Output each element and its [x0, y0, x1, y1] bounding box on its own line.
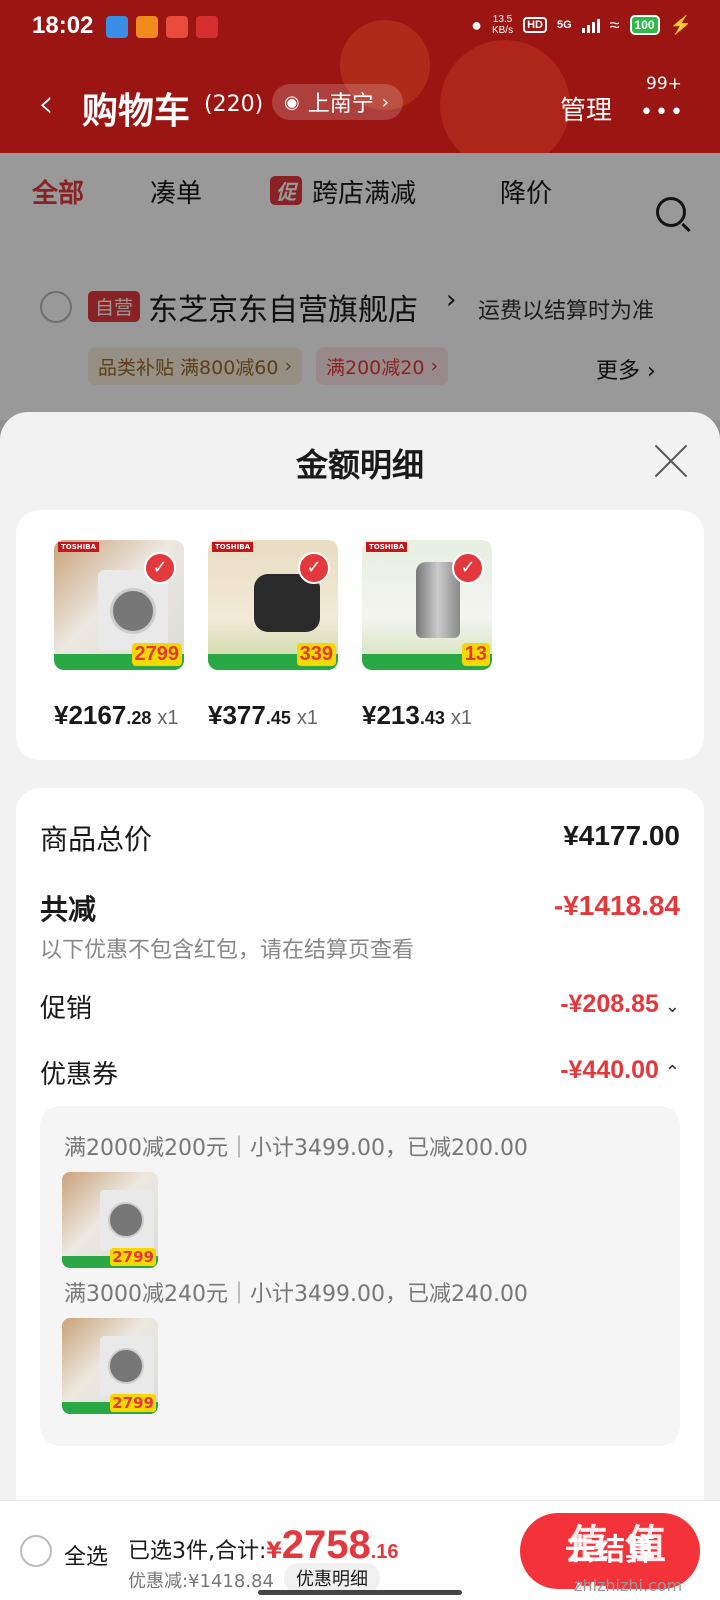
- close-icon[interactable]: [654, 444, 688, 478]
- selected-summary: 已选3件,合计:¥2758.16: [128, 1523, 399, 1568]
- product-thumbnail: TOSHIBA 339 ✓: [208, 540, 338, 670]
- coupon-detail-text: 满3000减240元｜小计3499.00，已减240.00: [64, 1282, 528, 1307]
- hd-icon: HD: [523, 17, 547, 33]
- coupon-detail-box: 满2000减200元｜小计3499.00，已减200.00 2799 满3000…: [40, 1106, 680, 1446]
- sheet-title: 金额明细: [295, 446, 424, 484]
- total-price-label: 商品总价: [40, 823, 153, 856]
- back-arrow-icon[interactable]: ‹: [38, 84, 54, 124]
- net-speed: 13.5 KB/s: [492, 14, 513, 36]
- product-quantity: x1: [296, 707, 318, 729]
- promotion-value: -¥208.85: [560, 990, 659, 1018]
- price-integer: ¥213: [362, 700, 420, 730]
- product-quantity: x1: [450, 707, 472, 729]
- washer-door: [108, 1202, 144, 1238]
- battery-icon: 100: [629, 15, 660, 35]
- location-pin-icon: ●: [471, 14, 482, 35]
- thumb-price-badge: 339: [296, 643, 336, 666]
- app-notification-icon: [166, 16, 188, 38]
- price-detail-sheet: 金额明细 TOSHIBA 2799 ✓ ¥2167.28 x1 TOSHIBA 3: [0, 412, 720, 1600]
- coupon-value: -¥440.00: [560, 1056, 659, 1084]
- select-all-label[interactable]: 全选: [64, 1539, 108, 1571]
- header-bar: 18:02 ● 13.5 KB/s HD 5G ≈ 100 ⚡ ‹ 购物车 (2…: [0, 0, 720, 153]
- net-speed-unit: KB/s: [491, 25, 514, 36]
- location-label: 上南宁: [307, 92, 374, 117]
- washer-door: [108, 1348, 144, 1384]
- discount-detail-button[interactable]: 优惠明细: [284, 1563, 380, 1593]
- reduce-value: -¥1418.84: [553, 890, 680, 921]
- brand-logo: TOSHIBA: [212, 542, 253, 552]
- nav-bar: ‹ 购物车 (220) ◉ 上南宁 › 管理 99+ •••: [0, 70, 720, 140]
- network-label: 5G: [556, 19, 572, 31]
- notification-icons: [106, 16, 218, 38]
- app-notification-icon: [136, 16, 158, 38]
- product-item[interactable]: TOSHIBA 339 ✓ ¥377.45 x1: [208, 540, 338, 730]
- net-speed-value: 13.5: [492, 14, 513, 25]
- watermark-url: zhizhizhi.com: [574, 1576, 683, 1595]
- checkmark-icon: ✓: [452, 552, 484, 584]
- product-thumbnail: TOSHIBA 13 ✓: [362, 540, 492, 670]
- cart-count: (220): [204, 92, 264, 117]
- checkmark-icon: ✓: [144, 552, 176, 584]
- thumb-price-badge: 2799: [110, 1248, 156, 1266]
- product-list-card: TOSHIBA 2799 ✓ ¥2167.28 x1 TOSHIBA 339 ✓ …: [16, 510, 704, 760]
- product-quantity: x1: [157, 707, 179, 729]
- product-thumbnail: TOSHIBA 2799 ✓: [54, 540, 184, 670]
- coupon-product-thumbnail[interactable]: 2799: [62, 1172, 158, 1268]
- total-decimal: .16: [370, 1541, 399, 1563]
- product-price: ¥377.45 x1: [208, 700, 318, 731]
- washer-door: [110, 588, 156, 634]
- price-integer: ¥377: [208, 700, 266, 730]
- chevron-right-icon: ›: [381, 91, 389, 113]
- selected-prefix: 已选3件,合计:: [128, 1539, 267, 1564]
- price-decimal: .45: [265, 708, 291, 728]
- product-price: ¥2167.28 x1: [54, 700, 178, 731]
- chevron-up-icon: ⌃: [664, 1062, 680, 1082]
- brand-logo: TOSHIBA: [58, 542, 99, 552]
- select-all-radio[interactable]: [20, 1535, 52, 1567]
- page-title: 购物车: [82, 91, 191, 132]
- checkmark-icon: ✓: [298, 552, 330, 584]
- price-decimal: .28: [126, 708, 152, 728]
- brand-logo: TOSHIBA: [366, 542, 407, 552]
- status-bar: 18:02 ● 13.5 KB/s HD 5G ≈ 100 ⚡: [0, 0, 720, 56]
- thumb-price-badge: 2799: [131, 643, 182, 666]
- chevron-down-icon: ⌄: [664, 996, 680, 1016]
- status-right: ● 13.5 KB/s HD 5G ≈ 100 ⚡: [471, 14, 692, 36]
- app-notification-icon: [106, 16, 128, 38]
- status-time: 18:02: [32, 12, 94, 39]
- reduce-note: 以下优惠不包含红包，请在结算页查看: [40, 938, 415, 963]
- price-decimal: .43: [419, 708, 445, 728]
- currency-symbol: ¥: [266, 1539, 282, 1564]
- product-item[interactable]: TOSHIBA 2799 ✓ ¥2167.28 x1: [54, 540, 184, 730]
- location-selector[interactable]: ◉ 上南宁 ›: [272, 84, 403, 120]
- coupon-row[interactable]: -¥440.00 ⌃: [560, 1056, 680, 1085]
- wifi-icon: ≈: [609, 14, 620, 35]
- coupon-detail-text: 满2000减200元｜小计3499.00，已减200.00: [64, 1136, 528, 1161]
- discount-summary: 优惠减:¥1418.84: [128, 1571, 274, 1592]
- summary-card: 商品总价 ¥4177.00 共减 -¥1418.84 以下优惠不包含红包，请在结…: [16, 788, 704, 1528]
- product-item[interactable]: TOSHIBA 13 ✓ ¥213.43 x1: [362, 540, 492, 730]
- reduce-label: 共减: [40, 893, 97, 926]
- promotion-row[interactable]: -¥208.85 ⌄: [560, 990, 680, 1019]
- thumb-price-badge: 2799: [110, 1394, 156, 1412]
- message-badge: 99+: [646, 74, 682, 94]
- coupon-label: 优惠券: [40, 1060, 119, 1090]
- thumb-price-badge: 13: [461, 643, 490, 666]
- total-price-value: ¥4177.00: [563, 820, 680, 851]
- more-menu-icon[interactable]: •••: [640, 100, 685, 125]
- signal-icon: [581, 17, 600, 33]
- coupon-product-thumbnail[interactable]: 2799: [62, 1318, 158, 1414]
- total-integer: 2758: [281, 1523, 371, 1567]
- dim-overlay[interactable]: [0, 153, 720, 443]
- price-integer: ¥2167: [54, 700, 127, 730]
- product-price: ¥213.43 x1: [362, 700, 472, 731]
- home-indicator[interactable]: [258, 1590, 462, 1595]
- promotion-label: 促销: [40, 994, 93, 1024]
- manage-button[interactable]: 管理: [560, 90, 612, 127]
- eye-icon: ◉: [284, 91, 300, 113]
- charging-icon: ⚡: [669, 14, 692, 35]
- app-notification-icon: [196, 16, 218, 38]
